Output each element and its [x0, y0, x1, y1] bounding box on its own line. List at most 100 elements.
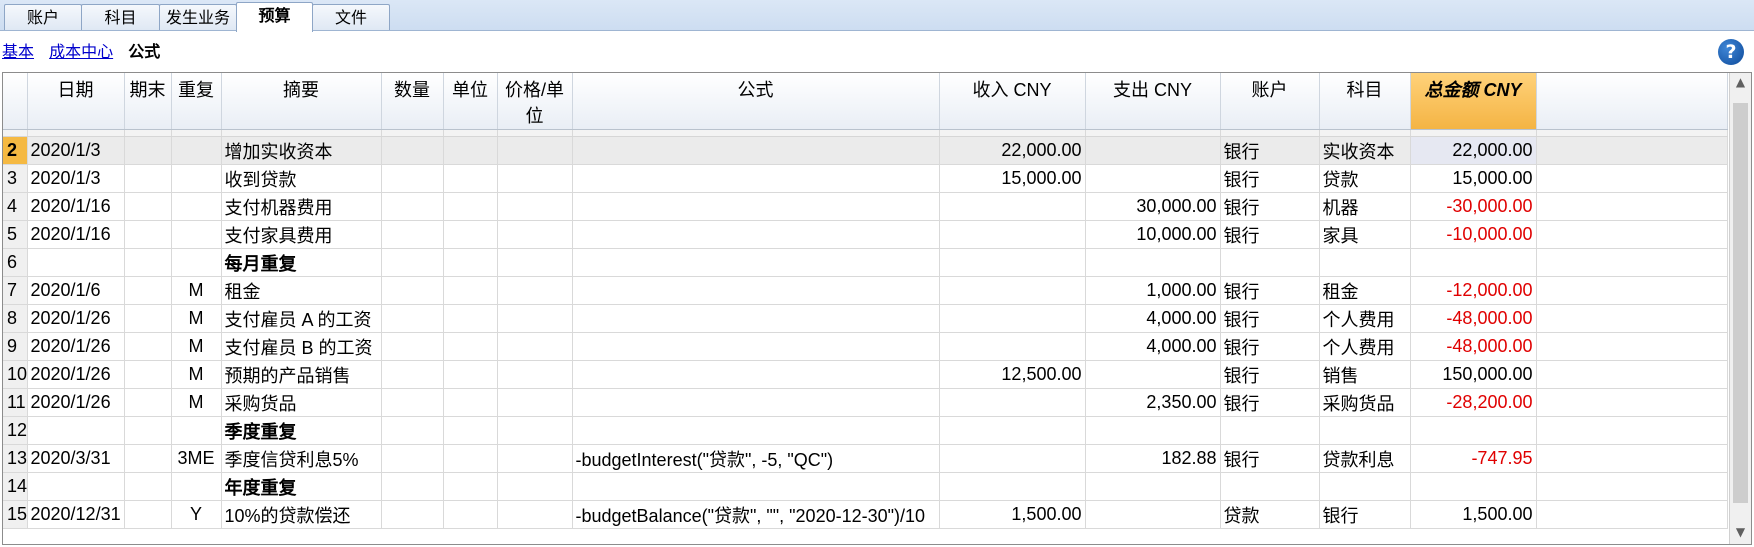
- table-row[interactable]: 6 每月重复: [3, 248, 1728, 277]
- cell-total[interactable]: 150,000.00: [1410, 360, 1537, 389]
- cell-expense[interactable]: [1085, 416, 1221, 445]
- cell-total[interactable]: 22,000.00: [1410, 136, 1537, 165]
- cell-end[interactable]: [124, 136, 172, 165]
- cell-account[interactable]: 银行: [1220, 136, 1320, 165]
- cell-date[interactable]: 2020/3/31: [27, 444, 125, 473]
- cell-filler[interactable]: [1536, 220, 1728, 249]
- cell-income[interactable]: [939, 220, 1086, 249]
- cell-price[interactable]: [497, 332, 573, 361]
- cell-total[interactable]: -747.95: [1410, 444, 1537, 473]
- arrow-up-icon[interactable]: ▲: [1730, 75, 1751, 89]
- cell-expense[interactable]: 4,000.00: [1085, 304, 1221, 333]
- cell-end[interactable]: [124, 500, 172, 529]
- cell-total[interactable]: -48,000.00: [1410, 332, 1537, 361]
- vertical-scrollbar[interactable]: ▲ ▼: [1729, 73, 1751, 544]
- cell-category[interactable]: 个人费用: [1319, 332, 1411, 361]
- header-date[interactable]: 日期: [27, 73, 125, 130]
- cell-income[interactable]: [939, 276, 1086, 305]
- cell-account[interactable]: 银行: [1220, 360, 1320, 389]
- cell-formula[interactable]: [572, 332, 940, 361]
- cell-date[interactable]: 2020/1/16: [27, 220, 125, 249]
- cell-description[interactable]: 增加实收资本: [221, 136, 382, 165]
- cell-quantity[interactable]: [381, 500, 444, 529]
- cell-formula[interactable]: [572, 472, 940, 501]
- cell-expense[interactable]: [1085, 500, 1221, 529]
- cell-price[interactable]: [497, 444, 573, 473]
- arrow-down-icon[interactable]: ▼: [1730, 525, 1751, 539]
- cell-expense[interactable]: [1085, 164, 1221, 193]
- cell-income[interactable]: [939, 248, 1086, 277]
- tab-accounts[interactable]: 账户: [4, 4, 82, 30]
- cell-price[interactable]: [497, 220, 573, 249]
- header-unit[interactable]: 单位: [443, 73, 498, 130]
- cell-date[interactable]: [27, 416, 125, 445]
- cell-quantity[interactable]: [381, 192, 444, 221]
- cell-unit[interactable]: [443, 500, 498, 529]
- cell-filler[interactable]: [1536, 500, 1728, 529]
- cell-filler[interactable]: [1536, 136, 1728, 165]
- row-number[interactable]: 2: [3, 136, 28, 165]
- cell-account[interactable]: [1220, 248, 1320, 277]
- cell-date[interactable]: 2020/1/6: [27, 276, 125, 305]
- cell-price[interactable]: [497, 164, 573, 193]
- cell-price[interactable]: [497, 248, 573, 277]
- cell-end[interactable]: [124, 192, 172, 221]
- cell-quantity[interactable]: [381, 388, 444, 417]
- cell-account[interactable]: 银行: [1220, 388, 1320, 417]
- header-category[interactable]: 科目: [1319, 73, 1411, 130]
- cell-unit[interactable]: [443, 136, 498, 165]
- cell-income[interactable]: [939, 444, 1086, 473]
- cell-unit[interactable]: [443, 416, 498, 445]
- cell-account[interactable]: 银行: [1220, 444, 1320, 473]
- cell-repeat[interactable]: [171, 416, 222, 445]
- table-row[interactable]: 13 2020/3/31 3ME 季度信贷利息5% -budgetInterest("贷…: [3, 444, 1728, 473]
- cell-formula[interactable]: -budgetInterest("贷款", -5, "QC"): [572, 444, 940, 473]
- table-row[interactable]: 7 2020/1/6 M 租金 1,000.00 银行 租金 -12,000.00: [3, 276, 1728, 305]
- cell-account[interactable]: 银行: [1220, 276, 1320, 305]
- cell-formula[interactable]: [572, 136, 940, 165]
- cell-description[interactable]: 预期的产品销售: [221, 360, 382, 389]
- cell-total[interactable]: -28,200.00: [1410, 388, 1537, 417]
- cell-account[interactable]: 银行: [1220, 304, 1320, 333]
- cell-quantity[interactable]: [381, 444, 444, 473]
- cell-repeat[interactable]: M: [171, 388, 222, 417]
- cell-end[interactable]: [124, 304, 172, 333]
- cell-category[interactable]: 机器: [1319, 192, 1411, 221]
- cell-quantity[interactable]: [381, 304, 444, 333]
- table-row[interactable]: 8 2020/1/26 M 支付雇员 A 的工资 4,000.00 银行 个人费用 -48,0…: [3, 304, 1728, 333]
- view-basic-link[interactable]: 基本: [2, 42, 34, 61]
- cell-total[interactable]: 15,000.00: [1410, 164, 1537, 193]
- header-total[interactable]: 总金额 CNY: [1410, 73, 1537, 130]
- header-description[interactable]: 摘要: [221, 73, 382, 130]
- header-income[interactable]: 收入 CNY: [939, 73, 1086, 130]
- cell-description[interactable]: 支付雇员 A 的工资: [221, 304, 382, 333]
- row-number[interactable]: 11: [3, 388, 28, 417]
- cell-date[interactable]: 2020/1/26: [27, 360, 125, 389]
- cell-quantity[interactable]: [381, 248, 444, 277]
- cell-date[interactable]: 2020/12/31: [27, 500, 125, 529]
- cell-category[interactable]: 个人费用: [1319, 304, 1411, 333]
- cell-expense[interactable]: [1085, 248, 1221, 277]
- cell-filler[interactable]: [1536, 444, 1728, 473]
- cell-description[interactable]: 季度重复: [221, 416, 382, 445]
- cell-income[interactable]: [939, 304, 1086, 333]
- cell-unit[interactable]: [443, 332, 498, 361]
- cell-account[interactable]: 银行: [1220, 192, 1320, 221]
- cell-end[interactable]: [124, 248, 172, 277]
- cell-end[interactable]: [124, 220, 172, 249]
- cell-unit[interactable]: [443, 192, 498, 221]
- cell-description[interactable]: 支付家具费用: [221, 220, 382, 249]
- cell-description[interactable]: 租金: [221, 276, 382, 305]
- cell-date[interactable]: 2020/1/26: [27, 332, 125, 361]
- row-number[interactable]: 3: [3, 164, 28, 193]
- row-number[interactable]: 14: [3, 472, 28, 501]
- cell-repeat[interactable]: Y: [171, 500, 222, 529]
- table-row[interactable]: 9 2020/1/26 M 支付雇员 B 的工资 4,000.00 银行 个人费用 -48,0…: [3, 332, 1728, 361]
- cell-quantity[interactable]: [381, 416, 444, 445]
- cell-date[interactable]: 2020/1/3: [27, 136, 125, 165]
- row-number[interactable]: 5: [3, 220, 28, 249]
- cell-income[interactable]: 12,500.00: [939, 360, 1086, 389]
- cell-end[interactable]: [124, 472, 172, 501]
- help-icon[interactable]: ?: [1718, 39, 1744, 65]
- cell-category[interactable]: [1319, 248, 1411, 277]
